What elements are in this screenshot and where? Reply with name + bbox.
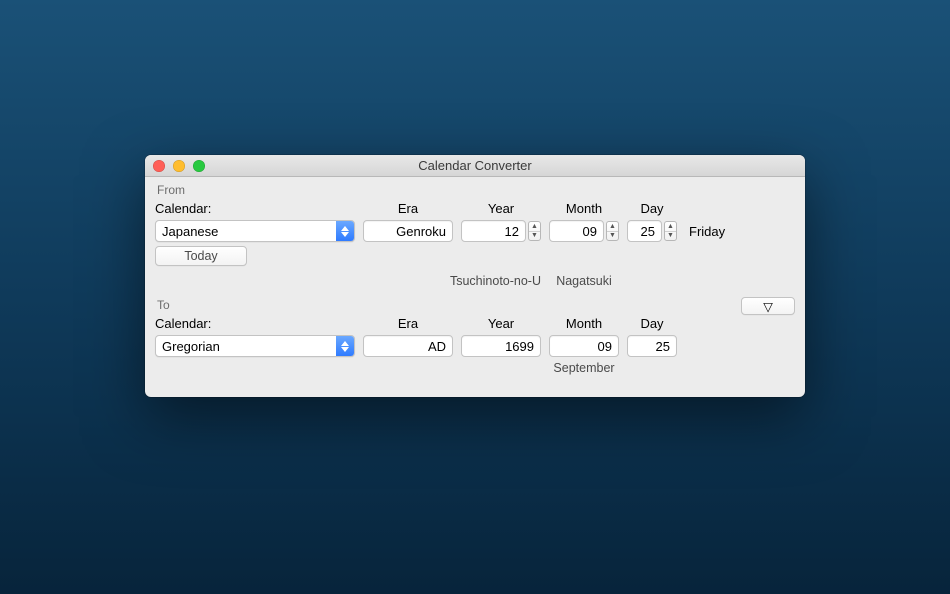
chevron-down-icon: ▼ bbox=[607, 232, 618, 241]
close-icon[interactable] bbox=[153, 160, 165, 172]
chevron-down-icon: ▼ bbox=[529, 232, 540, 241]
from-year-stepper[interactable]: ▲ ▼ bbox=[528, 221, 541, 241]
to-month-field[interactable]: 09 bbox=[549, 335, 619, 357]
to-era-header: Era bbox=[363, 316, 453, 331]
to-year-header: Year bbox=[461, 316, 541, 331]
from-month-field[interactable]: 09 bbox=[549, 220, 604, 242]
from-year-name: Tsuchinoto-no-U bbox=[363, 274, 541, 288]
from-day-field[interactable]: 25 bbox=[627, 220, 662, 242]
from-calendar-value: Japanese bbox=[156, 224, 336, 239]
to-calendar-label: Calendar: bbox=[155, 316, 355, 331]
from-group-label: From bbox=[155, 181, 795, 201]
to-input-row: Gregorian AD 1699 09 25 bbox=[155, 335, 795, 357]
from-year-header: Year bbox=[461, 201, 541, 216]
to-era-field[interactable]: AD bbox=[363, 335, 453, 357]
from-era-header: Era bbox=[363, 201, 453, 216]
calendar-converter-window: Calendar Converter From Calendar: Era Ye… bbox=[145, 155, 805, 397]
to-day-field[interactable]: 25 bbox=[627, 335, 677, 357]
today-button[interactable]: Today bbox=[155, 246, 247, 266]
to-day-header: Day bbox=[627, 316, 677, 331]
updown-icon bbox=[336, 336, 354, 356]
from-year-field[interactable]: 12 bbox=[461, 220, 526, 242]
from-under-row: Today Tsuchinoto-no-U Nagatsuki bbox=[155, 246, 795, 288]
window-title: Calendar Converter bbox=[145, 158, 805, 173]
updown-icon bbox=[336, 221, 354, 241]
to-calendar-select[interactable]: Gregorian bbox=[155, 335, 355, 357]
from-era-field[interactable]: Genroku bbox=[363, 220, 453, 242]
from-weekday: Friday bbox=[685, 224, 795, 239]
to-month-header: Month bbox=[549, 316, 619, 331]
chevron-down-icon: ▼ bbox=[665, 232, 676, 241]
window-body: From Calendar: Era Year Month Day Japane… bbox=[145, 177, 805, 397]
to-month-name: September bbox=[549, 361, 619, 375]
chevron-up-icon: ▲ bbox=[607, 222, 618, 232]
from-calendar-select[interactable]: Japanese bbox=[155, 220, 355, 242]
from-day-header: Day bbox=[627, 201, 677, 216]
titlebar[interactable]: Calendar Converter bbox=[145, 155, 805, 177]
from-month-name: Nagatsuki bbox=[549, 274, 619, 288]
from-month-header: Month bbox=[549, 201, 619, 216]
chevron-up-icon: ▲ bbox=[665, 222, 676, 232]
to-group-label: To bbox=[155, 296, 170, 316]
traffic-lights bbox=[153, 160, 205, 172]
from-input-row: Japanese Genroku 12 ▲ ▼ 09 ▲ ▼ bbox=[155, 220, 795, 242]
chevron-up-icon: ▲ bbox=[529, 222, 540, 232]
minimize-icon[interactable] bbox=[173, 160, 185, 172]
to-year-field[interactable]: 1699 bbox=[461, 335, 541, 357]
zoom-icon[interactable] bbox=[193, 160, 205, 172]
from-day-stepper[interactable]: ▲ ▼ bbox=[664, 221, 677, 241]
to-headers: Calendar: Era Year Month Day bbox=[155, 316, 795, 331]
from-calendar-label: Calendar: bbox=[155, 201, 355, 216]
to-calendar-value: Gregorian bbox=[156, 339, 336, 354]
to-under-row: September bbox=[155, 361, 795, 375]
from-month-stepper[interactable]: ▲ ▼ bbox=[606, 221, 619, 241]
from-headers: Calendar: Era Year Month Day bbox=[155, 201, 795, 216]
triangle-down-icon: ▽ bbox=[763, 299, 773, 314]
expand-button[interactable]: ▽ bbox=[741, 297, 795, 315]
